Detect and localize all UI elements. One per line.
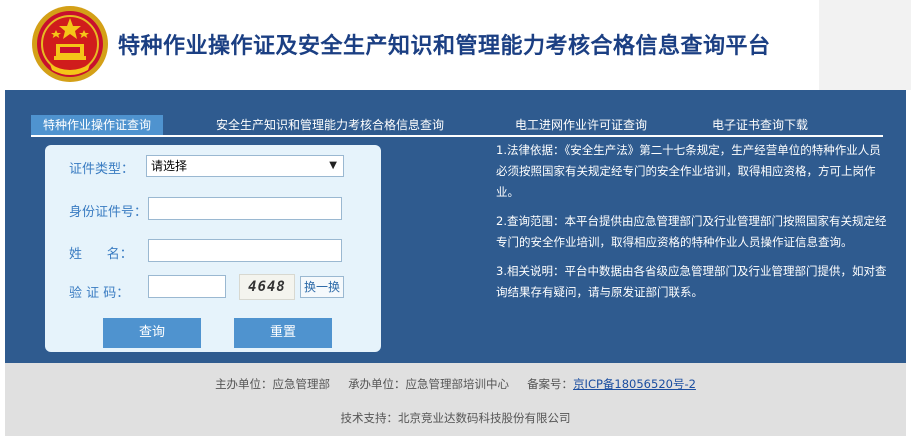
site-title: 特种作业操作证及安全生产知识和管理能力考核合格信息查询平台 xyxy=(118,34,771,59)
header-side-panel xyxy=(819,0,911,90)
footer-organizer: 承办单位：应急管理部培训中心 xyxy=(348,377,510,391)
id-number-input[interactable] xyxy=(148,197,342,220)
captcha-image[interactable]: 4648 xyxy=(239,274,295,300)
national-emblem-icon xyxy=(32,6,108,82)
footer-info-line: 主办单位：应急管理部 承办单位：应急管理部培训中心 备案号：京ICP备1805652… xyxy=(5,376,906,392)
refresh-captcha-button[interactable]: 换一换 xyxy=(300,276,344,298)
notes-panel: 1.法律依据：《安全生产法》第二十七条规定，生产经营单位的特种作业人员必须按照国… xyxy=(496,140,891,311)
query-button[interactable]: 查询 xyxy=(103,318,201,348)
tab-safety-knowledge[interactable]: 安全生产知识和管理能力考核合格信息查询 xyxy=(216,115,444,135)
name-label: 姓 名： xyxy=(69,247,133,262)
tab-electrician-permit[interactable]: 电工进网作业许可证查询 xyxy=(515,115,647,135)
footer-support: 技术支持：北京竞业达数码科技股份有限公司 xyxy=(340,411,571,425)
captcha-label: 验 证 码： xyxy=(69,286,130,301)
id-number-label: 身份证件号： xyxy=(69,205,148,220)
note-legal-basis: 1.法律依据：《安全生产法》第二十七条规定，生产经营单位的特种作业人员必须按照国… xyxy=(496,143,881,199)
reset-button[interactable]: 重置 xyxy=(234,318,332,348)
note-query-scope: 2.查询范围：本平台提供由应急管理部门及行业管理部门按照国家有关规定经专门的安全… xyxy=(496,214,887,249)
captcha-input[interactable] xyxy=(148,275,226,298)
note-related-info: 3.相关说明：平台中数据由各省级应急管理部门及行业管理部门提供，如对查询结果存有… xyxy=(496,264,887,299)
site-header: 特种作业操作证及安全生产知识和管理能力考核合格信息查询平台 xyxy=(0,0,911,90)
chevron-down-icon: ▼ xyxy=(329,160,337,171)
footer-host: 主办单位：应急管理部 xyxy=(215,377,331,391)
site-footer: 主办单位：应急管理部 承办单位：应急管理部培训中心 备案号：京ICP备1805652… xyxy=(5,363,906,436)
icp-link[interactable]: 京ICP备18056520号-2 xyxy=(573,377,696,391)
cert-type-select[interactable]: 请选择 ▼ xyxy=(146,155,344,177)
name-input[interactable] xyxy=(148,239,342,262)
footer-icp-label: 备案号： xyxy=(527,377,574,391)
tab-bar: 特种作业操作证查询 安全生产知识和管理能力考核合格信息查询 电工进网作业许可证查… xyxy=(31,115,883,137)
cert-type-label: 证件类型： xyxy=(69,162,135,177)
cert-type-value: 请选择 xyxy=(151,159,188,173)
tab-special-operation-cert[interactable]: 特种作业操作证查询 xyxy=(31,115,164,135)
tab-e-cert-download[interactable]: 电子证书查询下载 xyxy=(712,115,808,135)
main-panel: 特种作业操作证查询 安全生产知识和管理能力考核合格信息查询 电工进网作业许可证查… xyxy=(5,90,906,363)
query-form: 证件类型： 请选择 ▼ 身份证件号： 姓 名： 验 证 码： 4648 换一换 … xyxy=(45,145,381,352)
